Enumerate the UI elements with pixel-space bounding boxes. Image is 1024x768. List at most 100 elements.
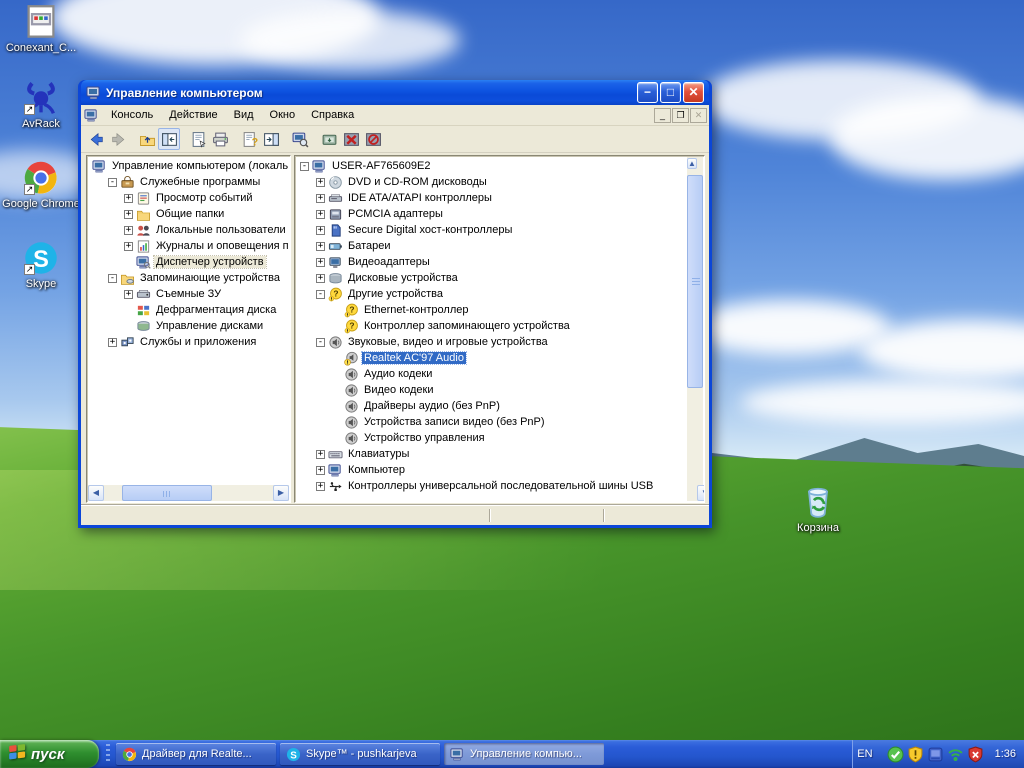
tree-node-defrag[interactable]: Дефрагментация диска	[89, 302, 288, 318]
menu-item-4[interactable]: Окно	[262, 107, 304, 123]
tree-node-video[interactable]: + Видеоадаптеры	[297, 254, 686, 270]
tree-node-usb[interactable]: + Контроллеры универсальной последователь…	[297, 478, 686, 494]
show-pane-button[interactable]	[260, 128, 282, 150]
expand-toggle[interactable]: +	[124, 225, 133, 235]
mdi-restore-button[interactable]: ❐	[672, 107, 689, 123]
desktop-icon-recycle-bin[interactable]: Корзина	[779, 484, 857, 534]
task-button-skype-task[interactable]: S Skype™ - pushkarjeva	[280, 743, 440, 765]
expand-toggle[interactable]: +	[316, 273, 325, 283]
tree-node-computer-node[interactable]: + Компьютер	[297, 462, 686, 478]
tree-node-batteries[interactable]: + Батареи	[297, 238, 686, 254]
scrollbar-thumb[interactable]	[687, 175, 703, 389]
tree-node-services[interactable]: + Службы и приложения	[89, 334, 288, 350]
forward-button[interactable]	[107, 128, 129, 150]
tree-node-video-codecs[interactable]: Видео кодеки	[297, 382, 686, 398]
expand-toggle[interactable]: +	[316, 257, 325, 267]
scroll-right-arrow[interactable]: ▶	[273, 485, 289, 501]
expand-toggle[interactable]: +	[316, 449, 325, 459]
mdi-close-button[interactable]: ✕	[690, 107, 707, 123]
expand-toggle[interactable]: -	[108, 177, 117, 187]
expand-toggle[interactable]: +	[316, 209, 325, 219]
scan-hardware-button[interactable]	[289, 128, 311, 150]
disable-button[interactable]	[362, 128, 384, 150]
check-green-icon[interactable]	[887, 746, 904, 763]
tree-node-ethernet[interactable]: ? Ethernet-контроллер	[297, 302, 686, 318]
title-bar[interactable]: Управление компьютером − □ ✕	[81, 80, 709, 105]
tree-node-perf-logs[interactable]: + Журналы и оповещения пр	[89, 238, 288, 254]
expand-toggle[interactable]: +	[124, 241, 133, 251]
tree-node-local-users[interactable]: + Локальные пользователи	[89, 222, 288, 238]
maximize-button[interactable]: □	[660, 82, 681, 103]
clock[interactable]: 1:36	[995, 748, 1016, 760]
tree-node-disk-mgmt[interactable]: Управление дисками	[89, 318, 288, 334]
task-button-mmc-task[interactable]: Управление компью...	[444, 743, 604, 765]
expand-toggle[interactable]: +	[124, 209, 133, 219]
language-indicator[interactable]: EN	[857, 748, 872, 760]
up-folder-button[interactable]	[136, 128, 158, 150]
tree-node-realtek[interactable]: Realtek AC'97 Audio	[297, 350, 686, 366]
menu-item-3[interactable]: Вид	[226, 107, 262, 123]
tree-node-sound[interactable]: - Звуковые, видео и игровые устройства	[297, 334, 686, 350]
tree-node-control-device[interactable]: Устройство управления	[297, 430, 686, 446]
quick-launch-divider[interactable]	[106, 744, 110, 764]
tree-node-pcmcia[interactable]: + PCMCIA адаптеры	[297, 206, 686, 222]
tree-node-shared-folders[interactable]: + Общие папки	[89, 206, 288, 222]
scrollbar-thumb[interactable]	[122, 485, 212, 501]
show-tree-button[interactable]	[158, 128, 180, 150]
desktop-icon-skype[interactable]: S ↗ Skype	[2, 240, 80, 290]
expand-toggle[interactable]: +	[316, 193, 325, 203]
mdi-minimize-button[interactable]: _	[654, 107, 671, 123]
tree-node-dvd[interactable]: + DVD и CD-ROM дисководы	[297, 174, 686, 190]
tree-node-host[interactable]: - USER-AF765609E2	[297, 158, 686, 174]
desktop-icon-conexant[interactable]: Conexant_C...	[2, 4, 80, 54]
tree-node-disks[interactable]: + Дисковые устройства	[297, 270, 686, 286]
desktop-icon-chrome[interactable]: ↗ Google Chrome	[2, 160, 80, 210]
menu-item-5[interactable]: Справка	[303, 107, 362, 123]
minimize-button[interactable]: −	[637, 82, 658, 103]
wireless-icon[interactable]	[947, 746, 964, 763]
expand-toggle[interactable]: -	[108, 273, 117, 283]
tree-node-audio-drivers[interactable]: Драйверы аудио (без PnP)	[297, 398, 686, 414]
tree-node-system-tools[interactable]: - Служебные программы	[89, 174, 288, 190]
menu-item-1[interactable]: Консоль	[103, 107, 161, 123]
horizontal-scrollbar[interactable]: ◀ ▶	[88, 485, 289, 501]
shield-error-icon[interactable]	[967, 746, 984, 763]
expand-toggle[interactable]: +	[316, 241, 325, 251]
tree-node-other[interactable]: -? Другие устройства	[297, 286, 686, 302]
tree-node-computer-management[interactable]: Управление компьютером (локаль	[89, 158, 288, 174]
print-button[interactable]	[209, 128, 231, 150]
expand-toggle[interactable]: +	[316, 177, 325, 187]
tree-node-audio-codecs[interactable]: Аудио кодеки	[297, 366, 686, 382]
expand-toggle[interactable]: -	[316, 289, 325, 299]
tree-node-ide[interactable]: + IDE ATA/ATAPI контроллеры	[297, 190, 686, 206]
desktop-icon-avrack[interactable]: ↗ AvRack	[2, 80, 80, 130]
shield-warning-icon[interactable]	[907, 746, 924, 763]
expand-toggle[interactable]: +	[316, 225, 325, 235]
tree-node-device-manager[interactable]: Диспетчер устройств	[89, 254, 288, 270]
expand-toggle[interactable]: -	[300, 161, 309, 171]
tree-node-storage-ctrl[interactable]: ? Контроллер запоминающего устройства	[297, 318, 686, 334]
back-button[interactable]	[85, 128, 107, 150]
tree-node-event-viewer[interactable]: + Просмотр событий	[89, 190, 288, 206]
update-driver-button[interactable]	[318, 128, 340, 150]
menu-item-2[interactable]: Действие	[161, 107, 225, 123]
task-button-chrome-task[interactable]: Драйвер для Realte...	[116, 743, 276, 765]
expand-toggle[interactable]: +	[316, 481, 325, 491]
expand-toggle[interactable]: +	[316, 465, 325, 475]
scroll-down-arrow[interactable]: ▼	[696, 485, 704, 501]
help-button[interactable]: ?	[238, 128, 260, 150]
properties-button[interactable]	[187, 128, 209, 150]
tree-node-storage[interactable]: - Запоминающие устройства	[89, 270, 288, 286]
vertical-scrollbar[interactable]: ▲ ▼	[687, 157, 704, 501]
tree-node-keyboards[interactable]: + Клавиатуры	[297, 446, 686, 462]
uninstall-button[interactable]	[340, 128, 362, 150]
expand-toggle[interactable]: +	[124, 193, 133, 203]
start-button[interactable]: пуск	[0, 740, 99, 768]
close-button[interactable]: ✕	[683, 82, 704, 103]
display-icon[interactable]	[927, 746, 944, 763]
tree-node-removable[interactable]: + Съемные ЗУ	[89, 286, 288, 302]
expand-toggle[interactable]: +	[124, 289, 133, 299]
scroll-left-arrow[interactable]: ◀	[88, 485, 104, 501]
scroll-up-arrow[interactable]: ▲	[687, 158, 697, 169]
tree-node-sd[interactable]: + Secure Digital хост-контроллеры	[297, 222, 686, 238]
